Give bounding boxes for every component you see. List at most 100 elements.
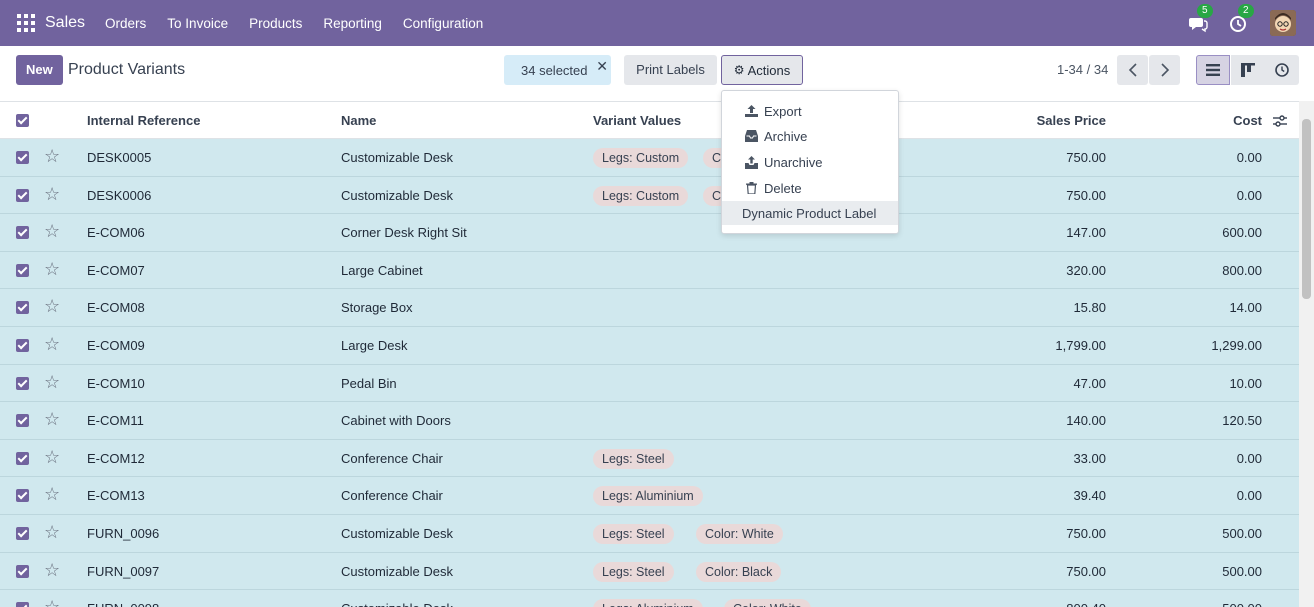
favorite-star-icon[interactable]: ☆	[44, 523, 60, 541]
table-scrollbar[interactable]	[1299, 101, 1314, 607]
action-archive[interactable]: Archive	[722, 124, 898, 148]
table-row[interactable]: ☆ FURN_0097 Customizable Desk 750.00 500.00 L…	[0, 552, 1299, 591]
row-checkbox[interactable]	[16, 301, 29, 315]
sales-price-cell: 47.00	[1073, 375, 1106, 391]
column-name[interactable]: Name	[341, 113, 376, 128]
action-delete-label: Delete	[764, 180, 802, 196]
table-header: Internal Reference Name Variant Values S…	[0, 101, 1299, 139]
sales-price-cell: 750.00	[1066, 563, 1106, 579]
row-checkbox[interactable]	[16, 527, 29, 540]
menu-products[interactable]: Products	[249, 16, 302, 31]
clear-selection-icon[interactable]: ✕	[596, 58, 608, 75]
name-cell: Customizable Desk	[341, 526, 453, 541]
user-avatar[interactable]	[1270, 10, 1296, 36]
app-grid-icon[interactable]	[17, 14, 35, 32]
table-row[interactable]: ☆ E-COM06 Corner Desk Right Sit 147.00 600.0…	[0, 214, 1299, 252]
favorite-star-icon[interactable]: ☆	[44, 410, 60, 428]
internal-reference-cell: E-COM13	[87, 488, 145, 504]
column-sales-price[interactable]: Sales Price	[1006, 113, 1106, 128]
row-checkbox[interactable]	[16, 451, 29, 465]
table-row[interactable]: ☆ E-COM13 Conference Chair 39.40 0.00 Legs: A…	[0, 477, 1299, 515]
pager-value[interactable]: 1-34 / 34	[1057, 62, 1108, 77]
row-checkbox[interactable]	[16, 263, 29, 277]
select-all-checkbox[interactable]	[16, 114, 29, 127]
action-export[interactable]: Export	[722, 99, 898, 123]
row-checkbox[interactable]	[16, 602, 29, 607]
row-checkbox[interactable]	[16, 376, 29, 390]
menu-reporting[interactable]: Reporting	[323, 16, 382, 31]
favorite-star-icon[interactable]: ☆	[44, 485, 60, 503]
table-row[interactable]: ☆ E-COM12 Conference Chair 33.00 0.00 Legs: S…	[0, 439, 1299, 478]
clock-icon	[1275, 63, 1289, 77]
print-labels-button[interactable]: Print Labels	[624, 55, 717, 85]
activity-view-button[interactable]	[1265, 55, 1299, 85]
variant-value-tag: Legs: Steel	[593, 448, 674, 469]
menu-orders[interactable]: Orders	[105, 16, 146, 31]
kanban-view-icon	[1241, 63, 1255, 77]
name-cell: Cabinet with Doors	[341, 413, 451, 429]
column-cost[interactable]: Cost	[1162, 113, 1262, 128]
internal-reference-cell: FURN_0097	[87, 563, 160, 579]
table-row[interactable]: ☆ E-COM10 Pedal Bin 47.00 10.00	[0, 364, 1299, 403]
row-checkbox[interactable]	[16, 188, 29, 202]
favorite-star-icon[interactable]: ☆	[44, 598, 60, 607]
sales-price-cell: 39.40	[1073, 488, 1106, 504]
variant-value-tag: Legs: Steel	[593, 524, 674, 544]
cost-cell: 500.00	[1222, 563, 1262, 579]
table-row[interactable]: ☆ E-COM08 Storage Box 15.80 14.00	[0, 289, 1299, 327]
name-cell: Customizable Desk	[341, 563, 453, 579]
name-cell: Large Desk	[341, 338, 408, 353]
name-cell: Conference Chair	[341, 488, 443, 504]
table-row[interactable]: ☆ E-COM07 Large Cabinet 320.00 800.00	[0, 251, 1299, 290]
kanban-view-button[interactable]	[1231, 55, 1265, 85]
row-checkbox[interactable]	[16, 564, 29, 578]
favorite-star-icon[interactable]: ☆	[44, 185, 60, 203]
trash-icon	[744, 182, 758, 194]
row-checkbox[interactable]	[16, 414, 29, 428]
name-cell: Customizable Desk	[341, 150, 453, 165]
actions-button[interactable]: ⚙ Actions	[721, 55, 803, 85]
app-name[interactable]: Sales	[45, 14, 85, 32]
cost-cell: 14.00	[1229, 300, 1262, 316]
row-checkbox[interactable]	[16, 151, 29, 164]
favorite-star-icon[interactable]: ☆	[44, 373, 60, 391]
action-unarchive[interactable]: Unarchive	[722, 150, 898, 174]
action-dynamic-product-label[interactable]: Dynamic Product Label	[722, 201, 898, 225]
menu-to-invoice[interactable]: To Invoice	[167, 16, 228, 31]
pager-next-button[interactable]	[1149, 55, 1180, 85]
activities-button[interactable]: 2	[1229, 4, 1254, 33]
scrollbar-thumb[interactable]	[1302, 119, 1311, 299]
favorite-star-icon[interactable]: ☆	[44, 335, 60, 353]
internal-reference-cell: E-COM06	[87, 225, 145, 241]
table-row[interactable]: ☆ FURN_0098 Customizable Desk 800.40 500.00 L…	[0, 590, 1299, 607]
inbox-icon	[744, 130, 758, 142]
messages-button[interactable]: 5	[1188, 4, 1213, 33]
page-title[interactable]: Product Variants	[68, 61, 185, 79]
optional-columns-icon[interactable]	[1273, 114, 1287, 128]
favorite-star-icon[interactable]: ☆	[44, 147, 60, 165]
table-row[interactable]: ☆ DESK0005 Customizable Desk 750.00 0.00 Legs…	[0, 139, 1299, 177]
internal-reference-cell: E-COM09	[87, 338, 145, 353]
row-checkbox[interactable]	[16, 489, 29, 503]
row-checkbox[interactable]	[16, 226, 29, 240]
list-view-button[interactable]	[1196, 55, 1230, 85]
action-delete[interactable]: Delete	[722, 176, 898, 200]
cost-cell: 120.50	[1222, 413, 1262, 429]
row-checkbox[interactable]	[16, 339, 29, 352]
table-row[interactable]: ☆ E-COM11 Cabinet with Doors 140.00 120.50	[0, 402, 1299, 440]
sales-price-cell: 750.00	[1066, 187, 1106, 203]
favorite-star-icon[interactable]: ☆	[44, 222, 60, 240]
favorite-star-icon[interactable]: ☆	[44, 260, 60, 278]
favorite-star-icon[interactable]: ☆	[44, 561, 60, 579]
favorite-star-icon[interactable]: ☆	[44, 297, 60, 315]
column-internal-reference[interactable]: Internal Reference	[87, 113, 200, 128]
new-button[interactable]: New	[16, 55, 63, 85]
menu-configuration[interactable]: Configuration	[403, 16, 483, 31]
favorite-star-icon[interactable]: ☆	[44, 448, 60, 466]
table-row[interactable]: ☆ E-COM09 Large Desk 1,799.00 1,299.00	[0, 327, 1299, 365]
table-row[interactable]: ☆ FURN_0096 Customizable Desk 750.00 500.00 L…	[0, 515, 1299, 553]
internal-reference-cell: DESK0005	[87, 150, 152, 165]
pager-previous-button[interactable]	[1117, 55, 1148, 85]
table-row[interactable]: ☆ DESK0006 Customizable Desk 750.00 0.00 Legs…	[0, 176, 1299, 215]
column-variant-values[interactable]: Variant Values	[593, 113, 681, 128]
